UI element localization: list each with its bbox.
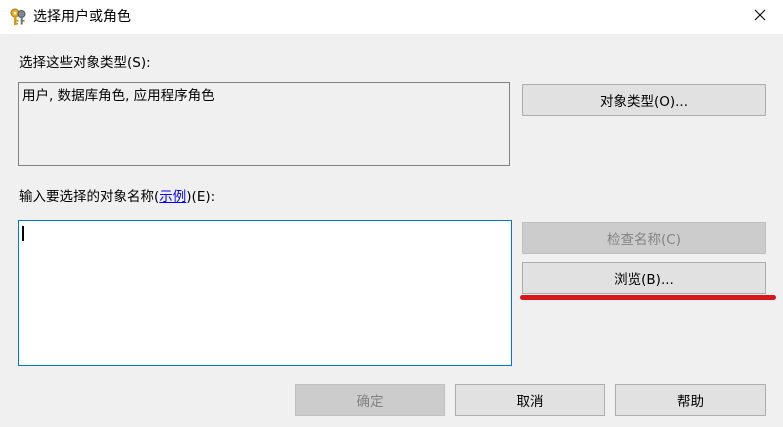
object-types-label: 选择这些对象类型(S): <box>19 55 151 71</box>
help-button[interactable]: 帮助 <box>615 384 766 416</box>
object-types-field: 用户, 数据库角色, 应用程序角色 <box>18 82 510 166</box>
object-types-value: 用户, 数据库角色, 应用程序角色 <box>22 88 215 104</box>
text-caret <box>22 226 24 241</box>
close-button[interactable] <box>737 0 783 34</box>
browse-button[interactable]: 浏览(B)... <box>522 262 766 294</box>
object-types-button[interactable]: 对象类型(O)... <box>522 84 766 116</box>
object-names-label-suffix: )(E): <box>186 189 216 205</box>
select-users-or-roles-dialog: 选择用户或角色 选择这些对象类型(S): 用户, 数据库角色, 应用程序角色 对… <box>0 0 783 427</box>
keys-icon <box>9 8 29 26</box>
object-names-label-prefix: 输入要选择的对象名称( <box>19 189 160 205</box>
close-icon <box>754 9 766 25</box>
title-bar: 选择用户或角色 <box>0 0 783 34</box>
object-names-input[interactable] <box>18 220 512 366</box>
ok-button[interactable]: 确定 <box>295 384 445 416</box>
annotation-underline <box>520 295 776 300</box>
examples-link[interactable]: 示例 <box>159 189 186 205</box>
object-names-label: 输入要选择的对象名称(示例)(E): <box>19 188 215 206</box>
dialog-title: 选择用户或角色 <box>33 9 131 25</box>
check-names-button[interactable]: 检查名称(C) <box>522 222 766 254</box>
cancel-button[interactable]: 取消 <box>455 384 605 416</box>
